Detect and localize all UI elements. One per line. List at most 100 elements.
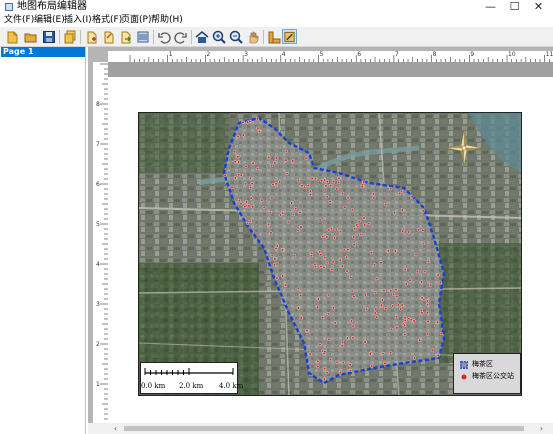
bus-stop-point — [278, 180, 282, 184]
bus-stop-point — [393, 249, 397, 253]
menu-page[interactable]: 页面(P) — [121, 14, 151, 27]
bus-stop-point — [329, 227, 333, 231]
bus-stop-point — [256, 166, 260, 170]
ruler-label: 9 — [470, 51, 474, 58]
bus-stop-point — [419, 309, 423, 313]
bus-stop-point — [313, 177, 317, 181]
home-icon[interactable] — [194, 29, 209, 44]
bus-stop-point — [299, 294, 303, 298]
bus-stop-point — [349, 319, 353, 323]
bus-stop-point — [335, 360, 339, 364]
bus-stop-point — [425, 302, 429, 306]
menu-file[interactable]: 文件(F) — [4, 14, 34, 27]
menu-insert[interactable]: 插入(I) — [64, 14, 92, 27]
bus-stop-point — [426, 259, 430, 263]
layers-icon[interactable] — [135, 29, 150, 44]
bus-stop-point — [371, 192, 375, 196]
menu-help[interactable]: 帮助(H) — [151, 14, 183, 27]
bus-stop-point — [327, 293, 331, 297]
bus-stop-point — [338, 230, 342, 234]
zoom-out-icon[interactable] — [228, 29, 243, 44]
scale-bar[interactable]: 0.0 km 2.0 km 4.0 km — [140, 362, 243, 394]
zoom-in-icon[interactable] — [211, 29, 226, 44]
redo-icon[interactable] — [173, 29, 188, 44]
add-page-icon[interactable] — [84, 29, 99, 44]
menu-edit[interactable]: 编辑(E) — [34, 14, 65, 27]
ruler-label: 5 — [320, 51, 324, 58]
close-button[interactable]: ✕ — [526, 0, 551, 14]
export-icon[interactable] — [118, 29, 133, 44]
bus-stop-point — [350, 289, 354, 293]
bus-stop-point — [322, 265, 326, 269]
page-list-item[interactable]: Page 1 — [1, 47, 85, 57]
new-icon[interactable] — [5, 29, 20, 44]
bus-stop-point — [349, 275, 353, 279]
minimize-button[interactable]: — — [478, 0, 503, 14]
bus-stop-point — [338, 371, 342, 375]
bus-stop-point — [308, 193, 312, 197]
scroll-left-arrow[interactable]: ‹ — [110, 423, 121, 434]
bus-stop-point — [418, 338, 422, 342]
page-setup-icon[interactable] — [101, 29, 116, 44]
bus-stop-point — [298, 210, 302, 214]
bus-stop-point — [233, 160, 237, 164]
bus-stop-point — [306, 183, 310, 187]
bus-stop-point — [383, 361, 387, 365]
bus-stop-point — [236, 155, 240, 159]
scroll-right-arrow[interactable]: › — [536, 423, 547, 434]
open-icon[interactable] — [23, 29, 38, 44]
bus-stop-point — [320, 349, 324, 353]
bus-stop-point — [309, 254, 313, 258]
ruler-label: 10 — [508, 51, 516, 58]
bus-stop-point — [403, 332, 407, 336]
bus-stop-point — [413, 356, 417, 360]
bus-stop-point — [284, 283, 288, 287]
bus-stop-point — [330, 267, 334, 271]
bus-stop-point — [267, 155, 271, 159]
bus-stop-point — [422, 242, 426, 246]
bus-stop-point — [319, 253, 323, 257]
bus-stop-point — [389, 289, 393, 293]
bus-stop-point — [273, 161, 277, 165]
bus-stop-point — [426, 319, 430, 323]
bus-stop-point — [337, 176, 341, 180]
bus-stop-point — [341, 264, 345, 268]
bus-stop-point — [272, 263, 276, 267]
bus-stop-point — [365, 307, 369, 311]
bus-stop-point — [246, 120, 250, 124]
bus-stop-point — [239, 173, 243, 177]
bus-stop-point — [391, 304, 395, 308]
bus-stop-point — [274, 246, 278, 250]
bus-stop-point — [346, 196, 350, 200]
bus-stop-point — [268, 210, 272, 214]
bus-stop-point — [399, 307, 403, 311]
bus-stop-point — [332, 179, 336, 183]
bus-stop-point — [423, 269, 427, 273]
bus-stop-point — [389, 186, 393, 190]
scrollbar-thumb[interactable] — [124, 426, 524, 431]
undo-icon[interactable] — [156, 29, 171, 44]
menu-format[interactable]: 格式(F) — [92, 14, 122, 27]
bus-stop-point — [421, 209, 425, 213]
map-legend[interactable]: 梅茶区 梅茶区公交站 — [453, 353, 521, 394]
save-icon[interactable] — [41, 29, 56, 44]
pan-hand-icon[interactable] — [245, 29, 260, 44]
ruler-label: 8 — [96, 101, 100, 108]
bus-stop-point — [244, 164, 248, 168]
bus-stop-point — [251, 161, 255, 165]
ruler-label: 2 — [206, 51, 210, 58]
bus-stop-point — [436, 320, 440, 324]
select-icon[interactable] — [266, 29, 281, 44]
bus-stop-point — [247, 204, 251, 208]
bus-stop-point — [406, 230, 410, 234]
ruler-label: 7 — [96, 141, 100, 148]
bus-stop-point — [379, 303, 383, 307]
maximize-button[interactable]: ☐ — [502, 0, 527, 14]
bus-stop-point — [417, 228, 421, 232]
horizontal-scrollbar[interactable]: ‹ › — [88, 423, 553, 434]
edit-element-icon[interactable] — [282, 29, 297, 44]
bus-stop-point — [332, 236, 336, 240]
bus-stop-point — [266, 222, 270, 226]
bus-stop-point — [403, 319, 407, 323]
copy-pages-icon[interactable] — [62, 29, 77, 44]
